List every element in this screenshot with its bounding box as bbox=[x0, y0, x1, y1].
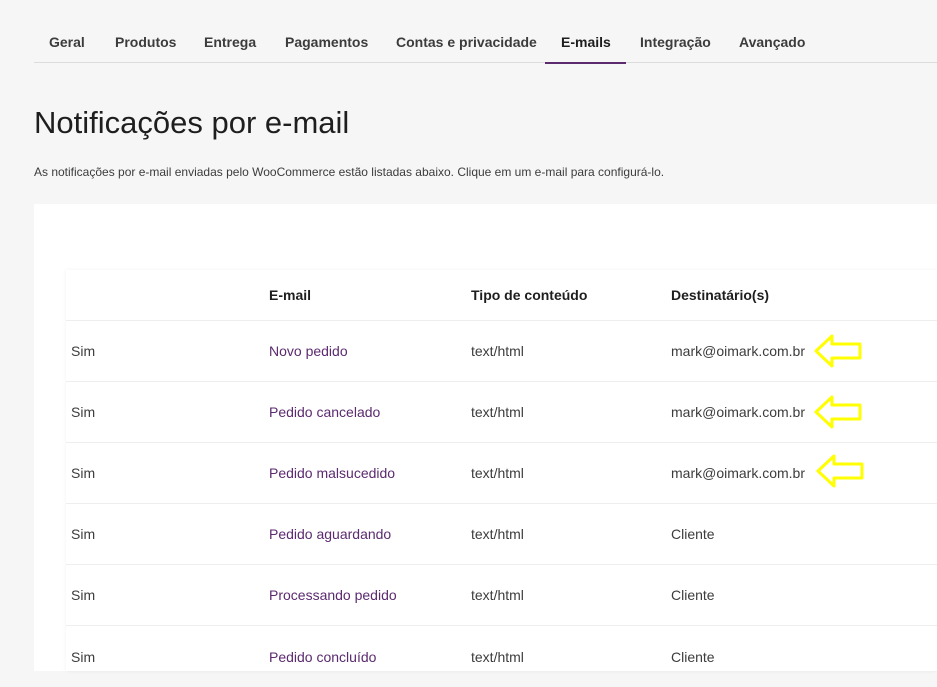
email-notifications-table: E-mail Tipo de conteúdo Destinatário(s) … bbox=[66, 270, 937, 671]
tab-geral[interactable]: Geral bbox=[49, 0, 85, 63]
email-settings-card: E-mail Tipo de conteúdo Destinatário(s) … bbox=[34, 204, 937, 671]
email-link[interactable]: Novo pedido bbox=[269, 321, 348, 381]
table-row[interactable]: Sim Processando pedido text/html Cliente bbox=[66, 565, 937, 626]
column-header-recipients: Destinatário(s) bbox=[671, 287, 770, 303]
enabled-status: Sim bbox=[71, 526, 96, 542]
content-type: text/html bbox=[471, 404, 524, 420]
content-type: text/html bbox=[471, 587, 524, 603]
table-row[interactable]: Sim Novo pedido text/html mark@oimark.co… bbox=[66, 321, 937, 382]
tab-entrega[interactable]: Entrega bbox=[204, 0, 256, 63]
content-type: text/html bbox=[471, 648, 524, 665]
content-type: text/html bbox=[471, 526, 524, 542]
tab-contas-e-privacidade[interactable]: Contas e privacidade bbox=[396, 0, 537, 63]
enabled-status: Sim bbox=[71, 343, 96, 359]
enabled-status: Sim bbox=[71, 465, 96, 481]
content-type: text/html bbox=[471, 343, 524, 359]
table-row[interactable]: Sim Pedido cancelado text/html mark@oima… bbox=[66, 382, 937, 443]
recipient: Cliente bbox=[671, 648, 715, 665]
settings-tabs: Geral Produtos Entrega Pagamentos Contas… bbox=[34, 0, 937, 64]
tab-integracao[interactable]: Integração bbox=[640, 0, 711, 63]
arrow-left-icon bbox=[814, 395, 862, 429]
tab-avancado[interactable]: Avançado bbox=[739, 0, 805, 63]
recipient: mark@oimark.com.br bbox=[671, 404, 806, 420]
page-title: Notificações por e-mail bbox=[34, 105, 350, 140]
table-row[interactable]: Sim Pedido malsucedido text/html mark@oi… bbox=[66, 443, 937, 504]
tab-emails[interactable]: E-mails bbox=[545, 0, 626, 64]
table-row[interactable]: Sim Pedido concluído text/html Cliente bbox=[66, 626, 937, 687]
recipient: Cliente bbox=[671, 526, 715, 542]
content-type: text/html bbox=[471, 465, 524, 481]
email-link[interactable]: Processando pedido bbox=[269, 565, 397, 625]
tab-produtos[interactable]: Produtos bbox=[115, 0, 176, 63]
recipient: mark@oimark.com.br bbox=[671, 465, 806, 481]
column-header-email: E-mail bbox=[269, 287, 312, 303]
page-description: As notificações por e-mail enviadas pelo… bbox=[34, 165, 665, 179]
enabled-status: Sim bbox=[71, 404, 96, 420]
email-link[interactable]: Pedido cancelado bbox=[269, 382, 380, 442]
recipient: mark@oimark.com.br bbox=[671, 343, 806, 359]
arrow-left-icon bbox=[816, 454, 864, 488]
column-header-content-type: Tipo de conteúdo bbox=[471, 287, 588, 303]
table-row[interactable]: Sim Pedido aguardando text/html Cliente bbox=[66, 504, 937, 565]
enabled-status: Sim bbox=[71, 648, 96, 665]
email-link[interactable]: Pedido aguardando bbox=[269, 504, 391, 564]
recipient: Cliente bbox=[671, 587, 715, 603]
table-header: E-mail Tipo de conteúdo Destinatário(s) bbox=[66, 270, 937, 321]
email-link[interactable]: Pedido concluído bbox=[269, 626, 376, 687]
tab-pagamentos[interactable]: Pagamentos bbox=[285, 0, 368, 63]
email-link[interactable]: Pedido malsucedido bbox=[269, 443, 395, 503]
arrow-left-icon bbox=[814, 334, 862, 368]
enabled-status: Sim bbox=[71, 587, 96, 603]
